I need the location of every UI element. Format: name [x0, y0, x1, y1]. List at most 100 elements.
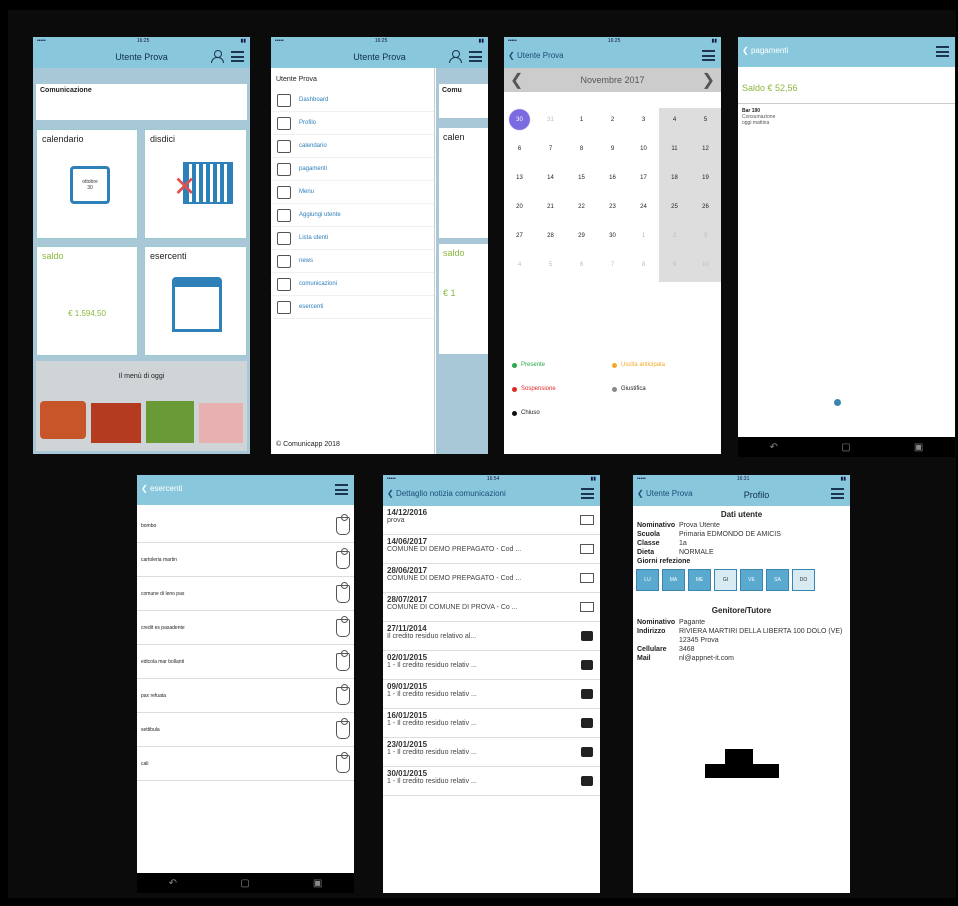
- back-button[interactable]: ❮ Dettaglio notizia comunicazioni: [387, 489, 506, 498]
- message-item[interactable]: 14/06/2017 COMUNE DI DEMO PREPAGATO - Cod…: [383, 535, 600, 564]
- day-toggle[interactable]: SA: [766, 569, 789, 591]
- shopping-bag-icon[interactable]: [336, 513, 350, 535]
- payment-entry[interactable]: Bar 190 Consumazione oggi mattina: [738, 104, 955, 130]
- calendar-day[interactable]: 27: [504, 224, 535, 253]
- drawer-item[interactable]: news: [271, 250, 434, 273]
- hamburger-icon[interactable]: [702, 50, 715, 61]
- shopping-bag-icon[interactable]: [336, 547, 350, 569]
- shopping-bag-icon[interactable]: [336, 615, 350, 637]
- calendar-day[interactable]: 8: [628, 253, 659, 282]
- drawer-item[interactable]: esercenti: [271, 296, 434, 319]
- calendar-day[interactable]: 21: [535, 195, 566, 224]
- shopping-bag-icon[interactable]: [336, 581, 350, 603]
- hamburger-icon[interactable]: [335, 484, 348, 495]
- recent-nav-icon[interactable]: ▣: [313, 878, 322, 889]
- drawer-item[interactable]: Dashboard: [271, 89, 434, 112]
- calendar-day[interactable]: 1: [566, 108, 597, 137]
- home-nav-icon[interactable]: ▢: [240, 878, 249, 889]
- calendar-day[interactable]: 19: [690, 166, 721, 195]
- message-item[interactable]: 23/01/2015 1 - Il credito residuo relativ…: [383, 738, 600, 767]
- day-toggle[interactable]: LU: [636, 569, 659, 591]
- calendar-day[interactable]: 25: [659, 195, 690, 224]
- calendar-day[interactable]: 2: [659, 224, 690, 253]
- calendar-day[interactable]: 28: [535, 224, 566, 253]
- esercente-item[interactable]: edicola mar bollanti: [137, 645, 354, 679]
- day-toggle[interactable]: DO: [792, 569, 815, 591]
- hamburger-icon[interactable]: [231, 51, 244, 62]
- back-nav-icon[interactable]: ↶: [169, 878, 177, 889]
- calendar-day[interactable]: 30: [504, 108, 535, 137]
- user-icon[interactable]: [449, 50, 462, 63]
- calendar-day[interactable]: 22: [566, 195, 597, 224]
- calendar-day[interactable]: 7: [597, 253, 628, 282]
- calendar-day[interactable]: 10: [690, 253, 721, 282]
- calendar-day[interactable]: 4: [659, 108, 690, 137]
- calendar-day[interactable]: 3: [690, 224, 721, 253]
- esercente-item[interactable]: comune di leno pas: [137, 577, 354, 611]
- next-month-icon[interactable]: ❯: [702, 70, 715, 90]
- disdici-tile[interactable]: disdici ✕: [144, 129, 247, 239]
- calendar-day[interactable]: 14: [535, 166, 566, 195]
- esercente-item[interactable]: bombo: [137, 509, 354, 543]
- calendar-day[interactable]: 13: [504, 166, 535, 195]
- day-toggle[interactable]: ME: [688, 569, 711, 591]
- message-item[interactable]: 02/01/2015 1 - Il credito residuo relativ…: [383, 651, 600, 680]
- hamburger-icon[interactable]: [469, 51, 482, 62]
- drawer-item[interactable]: pagamenti: [271, 158, 434, 181]
- calendar-day[interactable]: 9: [659, 253, 690, 282]
- hamburger-icon[interactable]: [581, 488, 594, 499]
- drawer-item[interactable]: Menu: [271, 181, 434, 204]
- message-item[interactable]: 27/11/2014 Il credito residuo relativo al…: [383, 622, 600, 651]
- esercente-item[interactable]: credit es pasadente: [137, 611, 354, 645]
- shopping-bag-icon[interactable]: [336, 751, 350, 773]
- esercenti-tile[interactable]: esercenti: [144, 246, 247, 356]
- calendario-tile[interactable]: calendario ottobre 30: [36, 129, 138, 239]
- calendar-day[interactable]: 17: [628, 166, 659, 195]
- calendar-day[interactable]: 6: [504, 137, 535, 166]
- calendar-day[interactable]: 10: [628, 137, 659, 166]
- message-item[interactable]: 16/01/2015 1 - Il credito residuo relativ…: [383, 709, 600, 738]
- esercente-item[interactable]: settibula: [137, 713, 354, 747]
- esercente-item[interactable]: cali: [137, 747, 354, 781]
- esercente-item[interactable]: cartoleria martin: [137, 543, 354, 577]
- day-toggle[interactable]: VE: [740, 569, 763, 591]
- hamburger-icon[interactable]: [936, 46, 949, 57]
- back-nav-icon[interactable]: ↶: [770, 442, 778, 453]
- calendar-day[interactable]: 23: [597, 195, 628, 224]
- calendar-day[interactable]: 5: [535, 253, 566, 282]
- calendar-day[interactable]: 11: [659, 137, 690, 166]
- shopping-bag-icon[interactable]: [336, 649, 350, 671]
- back-button[interactable]: ❮ pagamenti: [742, 46, 788, 55]
- calendar-day[interactable]: 29: [566, 224, 597, 253]
- calendar-day[interactable]: 20: [504, 195, 535, 224]
- message-item[interactable]: 28/06/2017 COMUNE DI DEMO PREPAGATO - Cod…: [383, 564, 600, 593]
- home-nav-icon[interactable]: ▢: [841, 442, 850, 453]
- saldo-tile[interactable]: saldo € 1.594,50: [36, 246, 138, 356]
- calendar-day[interactable]: 16: [597, 166, 628, 195]
- message-item[interactable]: 28/07/2017 COMUNE DI COMUNE DI PROVA - Co…: [383, 593, 600, 622]
- calendar-day[interactable]: 2: [597, 108, 628, 137]
- calendar-day[interactable]: 12: [690, 137, 721, 166]
- prev-month-icon[interactable]: ❮: [510, 70, 523, 90]
- calendar-day[interactable]: 8: [566, 137, 597, 166]
- calendar-day[interactable]: 15: [566, 166, 597, 195]
- drawer-item[interactable]: calendario: [271, 135, 434, 158]
- calendar-day[interactable]: 1: [628, 224, 659, 253]
- back-button[interactable]: ❮ Utente Prova: [508, 51, 564, 60]
- drawer-item[interactable]: Lista utenti: [271, 227, 434, 250]
- calendar-day[interactable]: 4: [504, 253, 535, 282]
- recent-nav-icon[interactable]: ▣: [914, 442, 923, 453]
- esercente-item[interactable]: pax refuata: [137, 679, 354, 713]
- calendar-day[interactable]: 5: [690, 108, 721, 137]
- message-item[interactable]: 09/01/2015 1 - Il credito residuo relativ…: [383, 680, 600, 709]
- calendar-day[interactable]: 9: [597, 137, 628, 166]
- hamburger-icon[interactable]: [831, 488, 844, 499]
- menu-banner[interactable]: Il menù di oggi: [36, 361, 247, 451]
- back-button[interactable]: ❮ Utente Prova: [637, 489, 693, 498]
- day-toggle[interactable]: MA: [662, 569, 685, 591]
- user-icon[interactable]: [211, 50, 224, 63]
- day-toggle[interactable]: GI: [714, 569, 737, 591]
- calendar-day[interactable]: 31: [535, 108, 566, 137]
- drawer-item[interactable]: comunicazioni: [271, 273, 434, 296]
- calendar-day[interactable]: 24: [628, 195, 659, 224]
